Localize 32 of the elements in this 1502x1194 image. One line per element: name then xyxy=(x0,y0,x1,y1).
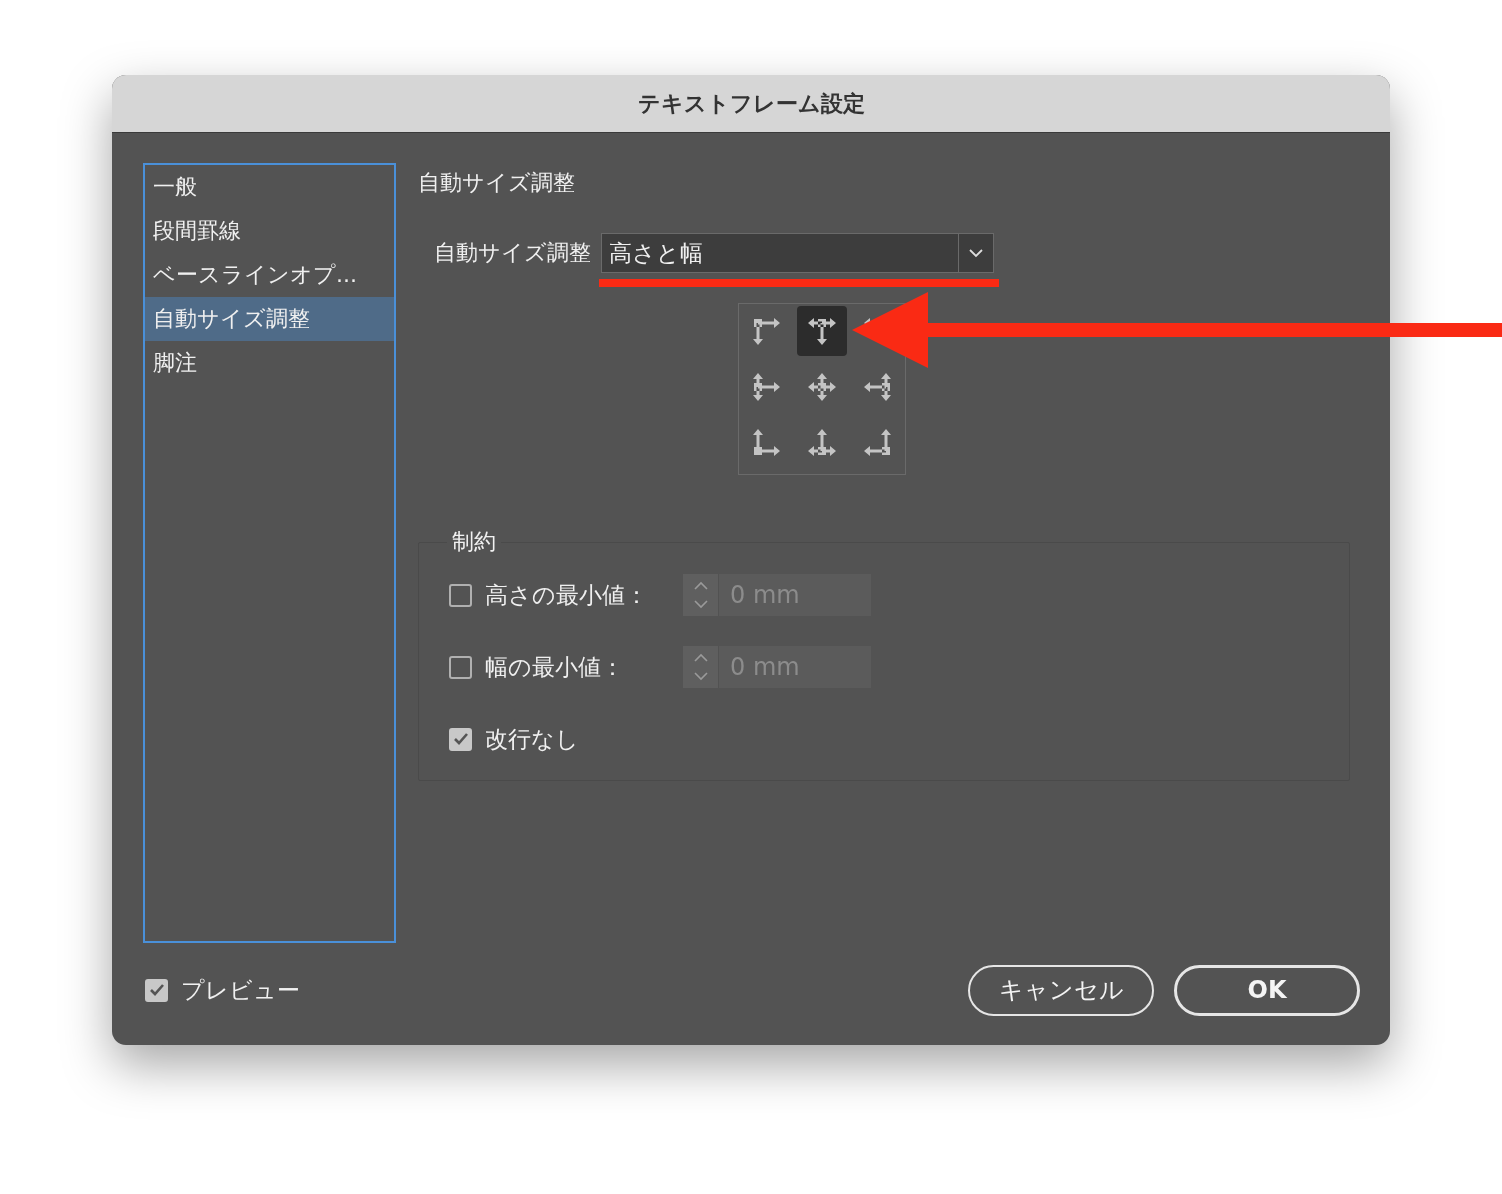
option-label: 改行なし xyxy=(485,724,580,754)
auto-size-label: 自動サイズ調整 xyxy=(434,239,591,267)
arrows-icon xyxy=(751,428,781,458)
group-title: 制約 xyxy=(451,528,497,556)
option-label: 高さの最小値： xyxy=(485,580,649,610)
preview-label: プレビュー xyxy=(181,975,300,1005)
reference-point-button[interactable] xyxy=(797,306,847,356)
arrows-icon xyxy=(863,428,893,458)
checkbox[interactable] xyxy=(145,978,168,1002)
checkmark-icon xyxy=(452,732,469,746)
cancel-button[interactable]: キャンセル xyxy=(968,964,1154,1016)
arrows-icon xyxy=(751,316,781,346)
arrows-icon xyxy=(863,372,893,402)
section-title: 自動サイズ調整 xyxy=(418,169,576,197)
window-title: テキストフレーム設定 xyxy=(637,89,865,118)
category-item[interactable]: 脚注 xyxy=(145,341,394,385)
ok-button[interactable]: OK xyxy=(1174,964,1360,1016)
arrows-icon xyxy=(807,428,837,458)
stepper-arrows-icon xyxy=(692,652,709,682)
auto-size-dropdown[interactable]: 高さと幅 xyxy=(601,233,994,273)
arrows-icon xyxy=(807,372,837,402)
chevron-down-icon xyxy=(969,248,983,258)
category-item[interactable]: 段間罫線 xyxy=(145,209,394,253)
option-label: 幅の最小値： xyxy=(485,652,625,682)
stepper-arrows-icon xyxy=(692,580,709,610)
category-item[interactable]: 自動サイズ調整 xyxy=(145,297,394,341)
checkmark-icon xyxy=(148,983,165,997)
category-item[interactable]: 一般 xyxy=(145,165,394,209)
arrows-icon xyxy=(751,372,781,402)
arrows-icon xyxy=(807,316,837,346)
checkbox[interactable] xyxy=(449,727,472,751)
category-item[interactable]: ベースラインオプ... xyxy=(145,253,394,297)
